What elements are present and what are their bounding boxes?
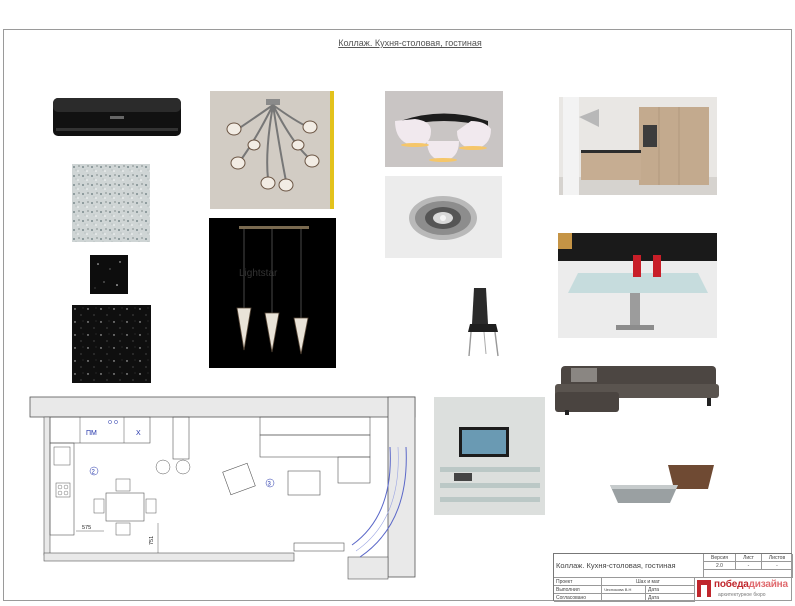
executed-value: Чеснокова В.Н (602, 586, 646, 594)
version-value: 2.0 (704, 562, 736, 570)
chandelier-image (210, 91, 334, 209)
pendant-brand-watermark: Lightstar (239, 268, 278, 279)
project-label: Проект (554, 578, 602, 586)
version-label: Версия (704, 554, 736, 562)
logo-brand-text: победадизайна (714, 579, 788, 590)
sheet-label: Лист (736, 554, 762, 562)
light-granite-swatch (72, 164, 150, 242)
executed-label: Выполнил (554, 586, 602, 594)
agreed-label: Согласовано (554, 594, 602, 602)
pendant-lamps-image: Lightstar (209, 218, 336, 368)
plan-dimension-575: 575 (82, 525, 91, 531)
black-quartz-swatch-small (90, 255, 128, 294)
agreed-value (602, 594, 646, 602)
plan-dimension-751: 751 (149, 536, 155, 545)
ceiling-lamp-image (385, 91, 503, 167)
project-value: Шах и мат (602, 578, 695, 586)
sheet-value: - (736, 562, 762, 570)
tv-stand-image (434, 397, 545, 515)
logo-subtitle: архитектурное бюро (718, 592, 766, 598)
corner-sofa-image (553, 356, 721, 416)
sheets-value: - (762, 562, 793, 570)
logo-mark-icon (697, 580, 711, 597)
floor-plan-drawing: ПМ Х 2 575 751 3 (28, 395, 426, 583)
glass-dining-table-image (558, 233, 717, 338)
date2-label: Дата (646, 594, 695, 602)
plan-label-fridge: Х (136, 430, 141, 437)
kitchen-render-image (559, 97, 717, 195)
date-label: Дата (646, 586, 695, 594)
dining-chair-image (460, 284, 508, 358)
plan-label-dishwasher: ПМ (86, 430, 97, 437)
sheets-label: Листов (762, 554, 793, 562)
title-block-name: Коллаж. Кухня-столовая, гостиная (554, 554, 704, 578)
company-logo: победадизайна архитектурное бюро (694, 576, 792, 601)
recessed-spotlight-image (385, 176, 502, 258)
sheet-title: Коллаж. Кухня-столовая, гостиная (338, 38, 482, 48)
black-quartz-swatch-large (72, 305, 151, 383)
coffee-tables-image (604, 459, 721, 511)
air-conditioner-image (52, 96, 182, 138)
